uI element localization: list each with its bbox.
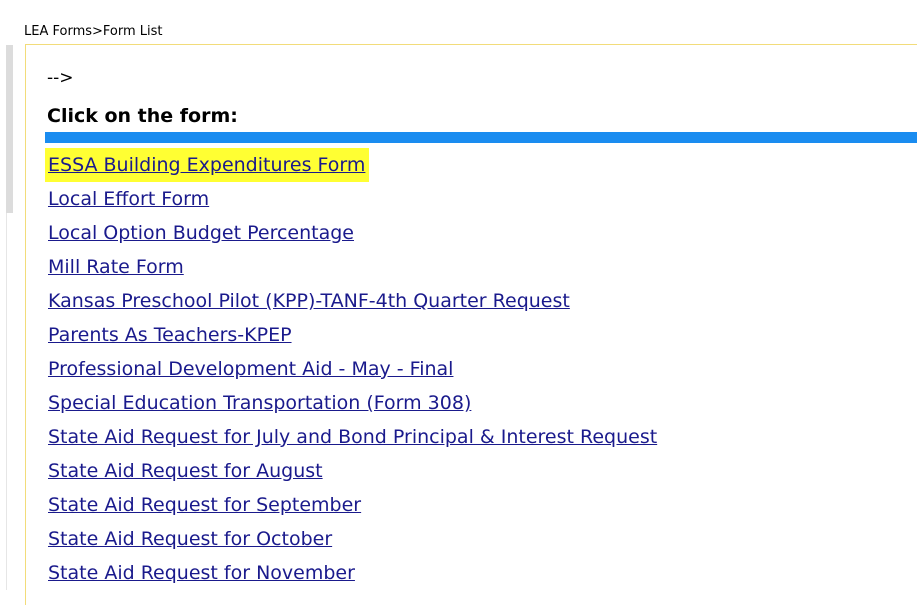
form-link-essa-building-expenditures[interactable]: ESSA Building Expenditures Form	[45, 148, 370, 182]
form-list-heading: Click on the form:	[47, 105, 238, 127]
form-list-item: Local Option Budget Percentage	[45, 216, 661, 250]
form-link-parents-as-teachers[interactable]: Parents As Teachers-KPEP	[45, 318, 296, 352]
form-link-state-aid-september[interactable]: State Aid Request for September	[45, 488, 365, 522]
heading-divider-bar	[45, 132, 917, 143]
form-list-item: Kansas Preschool Pilot (KPP)-TANF-4th Qu…	[45, 284, 661, 318]
form-link-local-option-budget-percentage[interactable]: Local Option Budget Percentage	[45, 216, 358, 250]
form-link-mill-rate[interactable]: Mill Rate Form	[45, 250, 188, 284]
form-list-item: Professional Development Aid - May - Fin…	[45, 352, 661, 386]
arrow-text: -->	[47, 68, 74, 88]
form-list-item: State Aid Request for September	[45, 488, 661, 522]
form-link-state-aid-october[interactable]: State Aid Request for October	[45, 522, 336, 556]
form-link-state-aid-august[interactable]: State Aid Request for August	[45, 454, 327, 488]
form-list-item: Parents As Teachers-KPEP	[45, 318, 661, 352]
form-link-kansas-preschool-pilot[interactable]: Kansas Preschool Pilot (KPP)-TANF-4th Qu…	[45, 284, 574, 318]
form-list-item: Local Effort Form	[45, 182, 661, 216]
form-list-item: State Aid Request for July and Bond Prin…	[45, 420, 661, 454]
form-list-item: Mill Rate Form	[45, 250, 661, 284]
form-list-item: State Aid Request for August	[45, 454, 661, 488]
form-list-item: Special Education Transportation (Form 3…	[45, 386, 661, 420]
scrollbar-thumb[interactable]	[6, 45, 13, 213]
form-link-special-education-transportation[interactable]: Special Education Transportation (Form 3…	[45, 386, 475, 420]
form-list-item: State Aid Request for November	[45, 556, 661, 590]
form-list-item: ESSA Building Expenditures Form	[45, 148, 661, 182]
form-link-state-aid-november[interactable]: State Aid Request for November	[45, 556, 359, 590]
form-link-state-aid-july[interactable]: State Aid Request for July and Bond Prin…	[45, 420, 661, 454]
form-link-local-effort[interactable]: Local Effort Form	[45, 182, 213, 216]
form-link-professional-development-aid[interactable]: Professional Development Aid - May - Fin…	[45, 352, 457, 386]
scrollbar-track	[6, 213, 7, 590]
breadcrumb: LEA Forms>Form List	[24, 24, 163, 39]
form-list-item: State Aid Request for October	[45, 522, 661, 556]
form-list: ESSA Building Expenditures Form Local Ef…	[45, 148, 661, 590]
